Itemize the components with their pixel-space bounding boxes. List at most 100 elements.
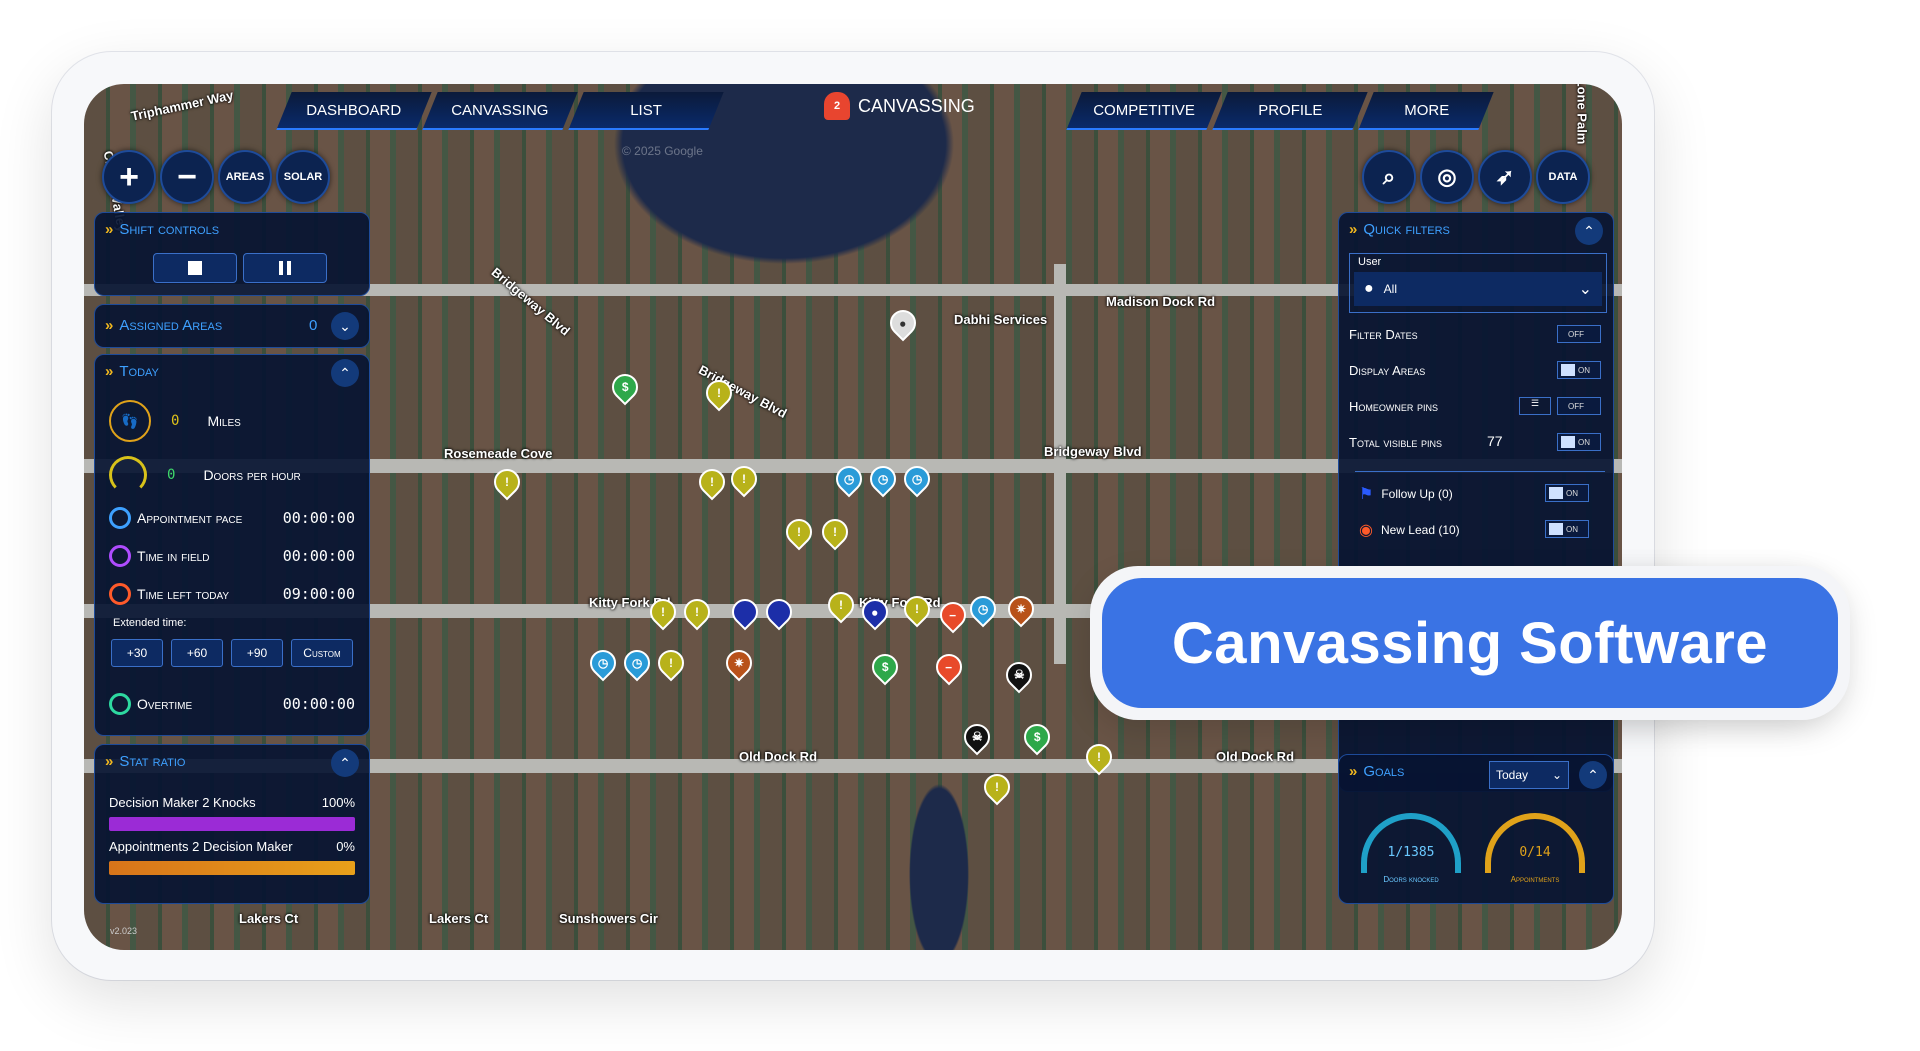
total-visible-pins-count: 77: [1487, 433, 1503, 449]
list-icon[interactable]: ☰: [1519, 397, 1551, 415]
homeowner-pins-toggle[interactable]: OFF: [1557, 397, 1601, 415]
map-pin[interactable]: ☠: [1000, 656, 1038, 696]
timer-icon: [109, 693, 131, 715]
version-label: v2.023: [110, 926, 138, 936]
footsteps-icon: 👣: [109, 400, 151, 442]
place-label: Dabhi Services: [954, 312, 1048, 327]
total-visible-pins-toggle[interactable]: ON: [1557, 433, 1601, 451]
street-label: Lakers Ct: [239, 911, 299, 926]
panel-title: Today: [119, 363, 159, 380]
map-pin[interactable]: $: [606, 368, 644, 408]
timer-icon: [109, 583, 131, 605]
chevron-up-icon[interactable]: ⌃: [1579, 761, 1607, 789]
tab-list[interactable]: LIST: [568, 92, 724, 130]
map-pin[interactable]: !: [693, 463, 731, 503]
map-pin[interactable]: !: [644, 593, 682, 633]
map-pin[interactable]: $: [866, 648, 904, 688]
appointment-pace-row: Appointment pace 00:00:00: [109, 507, 355, 529]
tab-competitive[interactable]: COMPETITIVE: [1066, 92, 1222, 130]
doors-per-hour-row: 0 Doors per hour: [109, 455, 355, 495]
map-pin[interactable]: !: [978, 768, 1016, 808]
time-left-today-row: Time left today 09:00:00: [109, 583, 355, 605]
map-pin[interactable]: !: [780, 513, 818, 553]
display-areas-toggle[interactable]: ON: [1557, 361, 1601, 379]
extended-time-label: Extended time:: [113, 617, 187, 629]
new-lead-toggle[interactable]: ON: [1545, 520, 1589, 538]
zoom-in-button[interactable]: +: [102, 150, 156, 204]
chevron-up-icon[interactable]: ⌃: [331, 359, 359, 387]
map-pin[interactable]: ◷: [964, 590, 1002, 630]
map-pin[interactable]: !: [898, 590, 936, 630]
cta-label: Canvassing Software: [1102, 578, 1838, 708]
street-label: Madison Dock Rd: [1106, 294, 1216, 309]
map-pin[interactable]: ◷: [584, 644, 622, 684]
compass-icon[interactable]: ➶: [1478, 150, 1532, 204]
map-pin[interactable]: !: [700, 374, 738, 414]
tab-more[interactable]: MORE: [1358, 92, 1494, 130]
map-pin[interactable]: $: [1018, 718, 1056, 758]
map-pin[interactable]: ✷: [720, 644, 758, 684]
extend-60-button[interactable]: +60: [171, 639, 223, 667]
map-pin[interactable]: !: [816, 513, 854, 553]
map-watermark: © 2025 Google: [622, 144, 703, 158]
location-marker-icon[interactable]: ●: [884, 304, 922, 344]
map-screen[interactable]: Triphammer Way Cherry Valley Bridgeway B…: [84, 84, 1622, 950]
doors-knocked-value: 1/1385: [1387, 845, 1435, 860]
map-pin[interactable]: !: [488, 463, 526, 503]
chevron-down-icon: ⌄: [1551, 768, 1562, 782]
search-icon[interactable]: ⌕: [1362, 150, 1416, 204]
map-pin[interactable]: [726, 593, 764, 633]
pin-type-row: ⚑ Follow Up (0): [1359, 486, 1453, 503]
map-pin[interactable]: ◷: [830, 460, 868, 500]
map-pin[interactable]: ◷: [898, 460, 936, 500]
follow-up-toggle[interactable]: ON: [1545, 484, 1589, 502]
map-pin[interactable]: [760, 593, 798, 633]
extend-custom-button[interactable]: Custom: [291, 639, 353, 667]
bell-icon[interactable]: 2: [824, 92, 850, 120]
map-pin[interactable]: −: [934, 596, 972, 636]
map-pin[interactable]: !: [678, 593, 716, 633]
stop-icon: [188, 261, 202, 275]
appointments-label: Appointments: [1510, 875, 1560, 884]
assigned-areas-panel[interactable]: » Assigned Areas 0 ⌄: [94, 304, 370, 348]
panel-title: Assigned Areas: [119, 317, 223, 334]
doors-knocked-gauge: [1361, 813, 1461, 873]
overtime-row: Overtime 00:00:00: [109, 693, 355, 715]
panel-title: Stat ratio: [119, 753, 186, 770]
tab-canvassing[interactable]: CANVASSING: [422, 92, 578, 130]
goals-period-select[interactable]: Today ⌄: [1489, 761, 1569, 789]
solar-button[interactable]: SOLAR: [276, 150, 330, 204]
pause-button[interactable]: [243, 253, 327, 283]
tab-dashboard[interactable]: DASHBOARD: [276, 92, 432, 130]
tab-profile[interactable]: PROFILE: [1212, 92, 1368, 130]
map-pin[interactable]: ☠: [958, 718, 996, 758]
map-pin[interactable]: !: [1080, 738, 1118, 778]
extend-30-button[interactable]: +30: [111, 639, 163, 667]
panel-title: Shift controls: [119, 221, 220, 238]
today-panel: » Today ⌃ 👣 0 Miles 0 Doors per hour Appo…: [94, 354, 370, 736]
zoom-out-button[interactable]: −: [160, 150, 214, 204]
miles-row: 👣 0 Miles: [109, 400, 355, 442]
map-pin[interactable]: −: [930, 648, 968, 688]
stop-button[interactable]: [153, 253, 237, 283]
map-pin[interactable]: !: [652, 644, 690, 684]
chevron-up-icon[interactable]: ⌃: [331, 749, 359, 777]
locate-icon[interactable]: ◎: [1420, 150, 1474, 204]
chevron-down-icon[interactable]: ⌄: [331, 312, 359, 340]
cta-banner[interactable]: Canvassing Software: [1090, 566, 1850, 720]
map-pin[interactable]: !: [822, 586, 860, 626]
map-pin[interactable]: ✷: [1002, 590, 1040, 630]
top-nav: DASHBOARD CANVASSING LIST 2 CANVASSING C…: [276, 84, 1494, 134]
map-pin[interactable]: ◷: [618, 644, 656, 684]
map-pin[interactable]: ◷: [864, 460, 902, 500]
user-select[interactable]: User ● All ⌄: [1349, 253, 1607, 313]
map-pin[interactable]: ●: [856, 593, 894, 633]
extend-90-button[interactable]: +90: [231, 639, 283, 667]
map-pin[interactable]: !: [725, 460, 763, 500]
areas-button[interactable]: AREAS: [218, 150, 272, 204]
chevron-up-icon[interactable]: ⌃: [1575, 217, 1603, 245]
chevron-down-icon: ⌄: [1578, 281, 1592, 298]
filter-dates-toggle[interactable]: OFF: [1557, 325, 1601, 343]
data-button[interactable]: DATA: [1536, 150, 1590, 204]
speedometer-icon: [109, 456, 147, 494]
